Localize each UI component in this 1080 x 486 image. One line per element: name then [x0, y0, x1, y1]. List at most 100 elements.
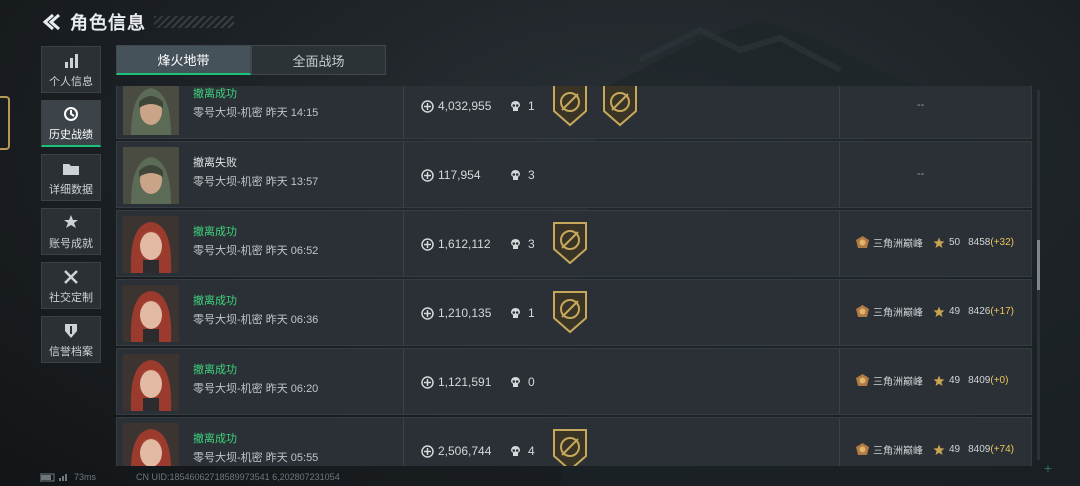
skull-icon	[511, 307, 520, 318]
match-record-row[interactable]: 撤离成功零号大坝-机密 昨天 14:15 4,032,955 1 --	[116, 86, 1032, 139]
sidebar-item-label: 社交定制	[49, 291, 93, 304]
rank-score-delta: (+74)	[990, 444, 1014, 455]
battery-signal-icon	[40, 473, 67, 482]
map-and-time: 零号大坝-机密 昨天 06:20	[193, 383, 319, 395]
map-and-time: 零号大坝-机密 昨天 05:55	[193, 452, 319, 464]
match-history-list: 撤离成功 零号大坝-机密 昨天 14:15 4,032,955 1 -- 撤离失败 零号大坝…	[116, 86, 1032, 466]
match-record-row[interactable]: 撤离成功 零号大坝-机密 昨天 06:36 1,210,135 1 三角洲巅峰 49 842…	[116, 279, 1032, 346]
operator-avatar-redhair	[123, 285, 179, 342]
sidebar-item-label: 个人信息	[49, 75, 93, 88]
column-divider	[839, 280, 840, 345]
extraction-result: 撤离成功	[193, 364, 237, 376]
column-divider	[839, 142, 840, 207]
achievement-badges	[551, 221, 601, 265]
operator-avatar	[123, 354, 179, 411]
column-divider	[403, 86, 404, 138]
skull-icon	[511, 445, 520, 456]
column-divider	[839, 418, 840, 466]
side-decoration	[0, 96, 10, 150]
column-divider	[403, 211, 404, 276]
loot-value: 1,121,591	[421, 375, 491, 389]
loot-value-text: 117,954	[438, 168, 481, 182]
header: 角色信息	[40, 8, 234, 36]
tab-full-battlefield[interactable]: 全面战场	[251, 45, 386, 75]
operator-avatar	[123, 216, 179, 273]
medal-icon	[63, 213, 79, 233]
coin-icon	[421, 237, 434, 251]
achievement-badge-icon	[553, 86, 587, 127]
shield-icon	[63, 321, 79, 341]
rank-emblem-icon	[856, 374, 869, 386]
skull-icon	[511, 376, 520, 387]
loot-value-text: 1,121,591	[438, 375, 492, 389]
rank-emblem-icon	[856, 305, 869, 317]
operator-avatar-redhair	[123, 423, 179, 466]
kill-count: 0	[509, 375, 535, 389]
map-and-time: 零号大坝-机密 昨天 14:15	[193, 107, 319, 119]
achievement-badge-icon	[603, 86, 637, 127]
loot-value: 1,210,135	[421, 306, 491, 320]
operator-avatar-hooded	[123, 86, 179, 135]
rank-score: 8458	[968, 237, 991, 248]
sidebar-item-personal-info[interactable]: 个人信息	[41, 46, 101, 93]
sidebar-item-history[interactable]: 历史战绩	[41, 100, 101, 147]
column-divider	[403, 349, 404, 414]
achievement-badges	[551, 428, 601, 466]
sidebar-item-detailed-data[interactable]: 详细数据	[41, 154, 101, 201]
rank-level: 49	[949, 306, 961, 317]
kill-count-text: 1	[528, 306, 535, 320]
scroll-thumb[interactable]	[1037, 240, 1040, 290]
rank-placeholder: --	[917, 99, 925, 111]
sidebar-item-social[interactable]: 社交定制	[41, 262, 101, 309]
extraction-result: 撤离成功	[193, 88, 237, 100]
extraction-result: 撤离成功	[193, 226, 237, 238]
title-decoration	[154, 16, 234, 28]
extraction-result: 撤离成功	[193, 295, 237, 307]
coin-icon	[421, 99, 434, 113]
rank-name: 三角洲巅峰	[873, 308, 923, 319]
loot-value-text: 2,506,744	[438, 444, 492, 458]
achievement-badges	[551, 86, 651, 127]
rank-info: 三角洲巅峰 50 8458 (+32)	[855, 235, 1014, 250]
column-divider	[403, 280, 404, 345]
star-icon	[933, 444, 945, 455]
sidebar-item-label: 详细数据	[49, 183, 93, 196]
loot-value-text: 1,612,112	[438, 237, 491, 251]
map-and-time: 零号大坝-机密 昨天 13:57	[193, 176, 319, 188]
coin-icon	[421, 306, 434, 320]
rank-emblem-icon	[856, 236, 869, 248]
column-divider	[839, 86, 840, 138]
map-and-time: 零号大坝-机密 昨天 06:36	[193, 314, 319, 326]
kill-count: 1	[509, 99, 535, 113]
star-icon	[933, 237, 945, 248]
tab-hazard-zone[interactable]: 烽火地带	[116, 45, 251, 75]
operator-avatar-redhair	[123, 216, 179, 273]
extraction-result: 撤离成功	[193, 433, 237, 445]
match-record-row[interactable]: 撤离成功 零号大坝-机密 昨天 05:55 2,506,744 4 三角洲巅峰 49 840…	[116, 417, 1032, 466]
kill-count: 3	[509, 168, 535, 182]
achievement-badge-icon	[553, 429, 587, 466]
achievement-badge-icon	[553, 291, 587, 334]
column-divider	[403, 418, 404, 466]
match-record-row[interactable]: 撤离成功 零号大坝-机密 昨天 06:20 1,121,591 0 三角洲巅峰 49 840…	[116, 348, 1032, 415]
operator-avatar	[123, 423, 179, 466]
column-divider	[839, 349, 840, 414]
rank-name: 三角洲巅峰	[873, 446, 923, 457]
loot-value-text: 1,210,135	[438, 306, 492, 320]
match-record-row[interactable]: 撤离成功 零号大坝-机密 昨天 06:52 1,612,112 3 三角洲巅峰 50 845…	[116, 210, 1032, 277]
sidebar-item-label: 历史战绩	[49, 129, 93, 141]
loot-value: 1,612,112	[421, 237, 491, 251]
kill-count: 4	[509, 444, 535, 458]
bar-chart-icon	[63, 51, 79, 71]
match-record-row[interactable]: 撤离失败 零号大坝-机密 昨天 13:57 117,954 3 --	[116, 141, 1032, 208]
skull-icon	[511, 238, 520, 249]
rank-score-delta: (+32)	[990, 237, 1014, 248]
sidebar-item-achievements[interactable]: 账号成就	[41, 208, 101, 255]
scrollbar[interactable]	[1037, 90, 1040, 460]
rank-level: 49	[949, 375, 961, 386]
back-button[interactable]	[40, 10, 62, 34]
kill-count-text: 3	[528, 237, 535, 251]
rank-score-delta: (+17)	[990, 306, 1014, 317]
loot-value: 4,032,955	[421, 99, 491, 113]
sidebar-item-reputation[interactable]: 信誉档案	[41, 316, 101, 363]
